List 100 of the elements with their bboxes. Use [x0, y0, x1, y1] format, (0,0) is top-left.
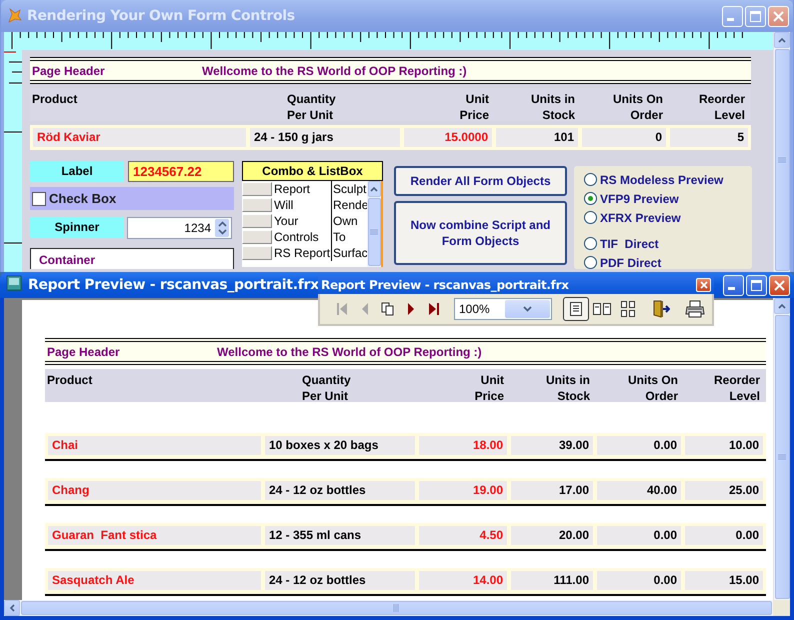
column-header: Reorder Level — [698, 91, 745, 123]
table-cell: 0.00 — [597, 436, 681, 455]
close-icon — [774, 280, 785, 290]
radio-option[interactable]: XFRX Preview — [584, 208, 752, 227]
row-marker[interactable] — [242, 182, 272, 196]
spinner-arrows-icon[interactable] — [215, 219, 229, 237]
one-page-view-icon — [569, 301, 583, 317]
radio-button[interactable] — [584, 211, 597, 224]
close-icon — [773, 10, 784, 22]
column-header: Product — [31, 91, 78, 107]
page-header-label: Page Header — [32, 64, 106, 78]
minimize-icon — [728, 287, 735, 290]
radio-button[interactable] — [584, 173, 597, 186]
table-cell: 17.00 — [511, 481, 593, 500]
table-cell: 10.00 — [685, 436, 763, 455]
listbox-caption: Combo & ListBox — [242, 161, 383, 181]
row-marker[interactable] — [242, 230, 272, 244]
radio-option[interactable]: PDF Direct — [584, 253, 752, 272]
table-cell: 101 — [496, 128, 578, 147]
zoom-dropdown[interactable]: 100% — [454, 298, 552, 320]
column-header: Units On Order — [613, 91, 663, 123]
maximize-icon — [751, 280, 762, 290]
column-header: Unit Price — [474, 372, 504, 404]
scroll-up-button[interactable] — [368, 181, 380, 197]
grip-icon — [393, 604, 400, 612]
table-cell: 5 — [670, 128, 748, 147]
list-item[interactable]: Report — [274, 182, 331, 196]
radio-button[interactable] — [584, 192, 597, 205]
label-value-field: 1234567.22 — [128, 161, 234, 182]
table-cell: 15.00 — [685, 571, 763, 590]
table-cell: 25.00 — [685, 481, 763, 500]
table-cell: Guaran Fant stica — [48, 526, 261, 545]
table-cell: 14.00 — [419, 571, 507, 590]
scroll-thumb[interactable] — [368, 198, 380, 266]
row-marker[interactable] — [242, 246, 272, 260]
grip-icon — [370, 228, 378, 236]
caret-up-icon — [778, 37, 786, 43]
table-cell: 18.00 — [419, 436, 507, 455]
caret-up-icon — [778, 303, 786, 309]
one-page-view-button[interactable] — [563, 297, 589, 321]
table-cell: 0 — [582, 128, 666, 147]
fox-icon — [7, 8, 23, 24]
list-item[interactable]: RS Report — [274, 246, 331, 260]
combine-button[interactable]: Now combine Script and Form Objects — [394, 201, 567, 265]
column-header: Quantity Per Unit — [286, 91, 336, 123]
copy-pages-icon — [380, 302, 394, 316]
radio-option[interactable]: TIF Direct — [584, 234, 752, 253]
listbox-scrollbar[interactable] — [367, 181, 381, 267]
window-title: Report Preview - rscanvas_portrait.frx — [28, 277, 319, 293]
table-cell: Röd Kaviar — [33, 128, 246, 147]
minimize-button[interactable] — [723, 274, 744, 296]
row-marker[interactable] — [242, 198, 272, 212]
scroll-up-button[interactable] — [774, 32, 790, 48]
caret-left-icon — [9, 604, 15, 612]
row-marker[interactable] — [242, 214, 272, 228]
maximize-button[interactable] — [746, 274, 767, 296]
radio-button[interactable] — [584, 256, 597, 269]
scroll-left-button[interactable] — [4, 600, 20, 616]
listbox[interactable]: Report Sculpt Will Rende Your Own Controls To RS Report Surfac — [242, 181, 383, 267]
scroll-up-button[interactable] — [774, 298, 790, 314]
column-header: Reorder Level — [714, 372, 760, 404]
column-header: Units in Stock — [546, 372, 590, 404]
column-header: Unit Price — [460, 91, 489, 123]
table-cell: 20.00 — [511, 526, 593, 545]
table-cell: Sasquatch Ale — [48, 571, 261, 590]
table-cell: Chai — [48, 436, 261, 455]
table-cell: 0.00 — [685, 526, 763, 545]
previous-page-icon — [360, 302, 368, 316]
radio-option[interactable]: RS Modeless Preview — [584, 170, 752, 189]
report-title: Wellcome to the RS World of OOP Reporting :) — [202, 64, 467, 78]
table-cell: 0.00 — [597, 571, 681, 590]
table-cell: 111.00 — [511, 571, 593, 590]
checkbox[interactable] — [32, 192, 46, 206]
spinner-caption: Spinner — [30, 217, 124, 238]
radio-option[interactable]: VFP9 Preview — [584, 189, 752, 208]
table-cell: 19.00 — [419, 481, 507, 500]
scroll-thumb[interactable] — [774, 315, 790, 599]
close-button[interactable] — [696, 278, 711, 292]
caret-up-icon — [370, 186, 378, 192]
table-cell: 4.50 — [419, 526, 507, 545]
maximize-icon — [750, 10, 761, 22]
table-cell: 12 - 355 ml cans — [265, 526, 415, 545]
render-button[interactable]: Render All Form Objects — [394, 166, 567, 196]
column-header: Quantity Per Unit — [301, 372, 351, 404]
vertical-scrollbar[interactable] — [773, 298, 790, 600]
list-item[interactable]: Your — [274, 214, 331, 228]
scrollbar-corner — [773, 600, 790, 616]
close-button[interactable] — [769, 274, 790, 296]
table-cell: 39.00 — [511, 436, 593, 455]
checkbox-row[interactable]: Check Box — [30, 187, 234, 210]
grip-icon — [778, 156, 786, 164]
scroll-thumb[interactable] — [774, 49, 790, 271]
spinner-field[interactable]: 1234 — [127, 217, 232, 239]
column-header: Units in Stock — [531, 91, 575, 123]
toolbar-title: Report Preview - rscanvas_portrait.frx — [321, 278, 569, 292]
list-item[interactable]: Will — [274, 198, 331, 212]
list-item[interactable]: Controls — [274, 230, 331, 244]
column-header: Product — [46, 372, 92, 388]
exit-icon — [652, 300, 670, 318]
radio-button[interactable] — [584, 237, 597, 250]
